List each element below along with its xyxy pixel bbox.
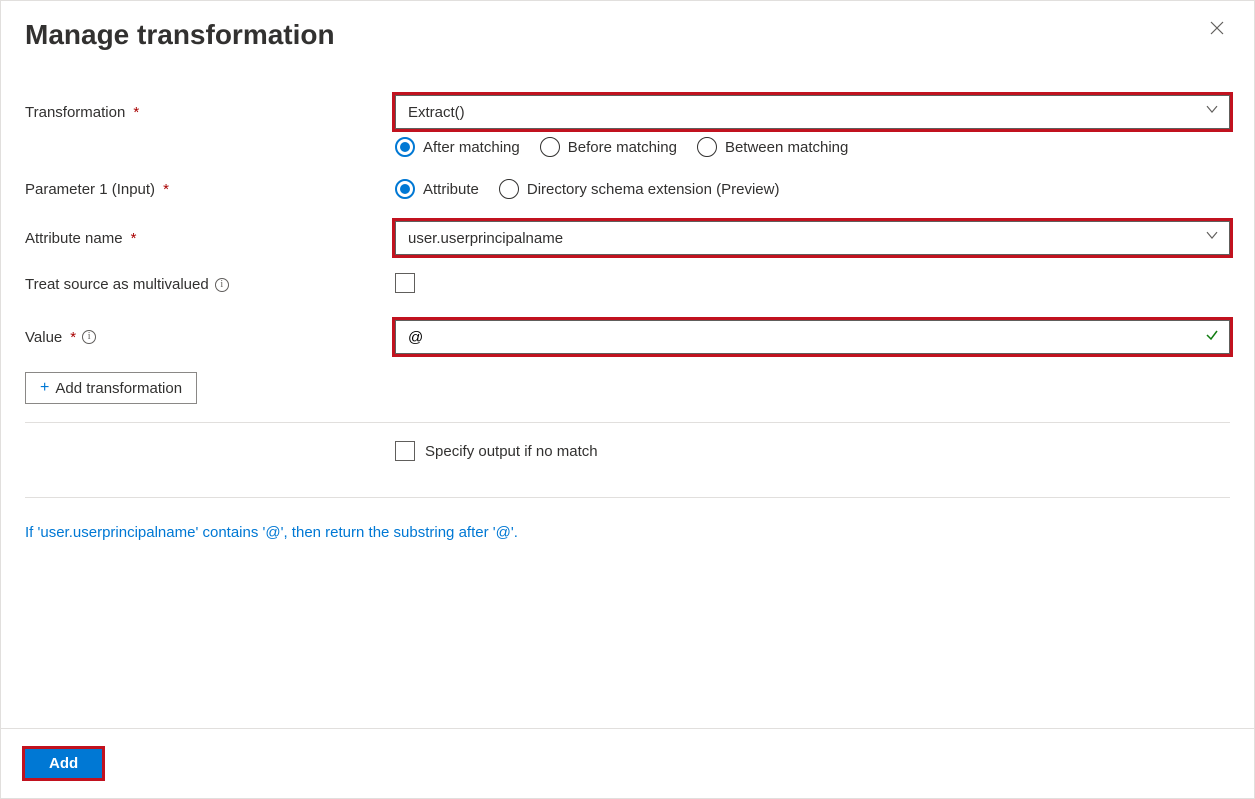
label-parameter1: Parameter 1 (Input) * — [25, 181, 395, 198]
row-multivalued: Treat source as multivalued i — [25, 273, 1230, 296]
control-attribute-name: user.userprincipalname — [395, 221, 1230, 255]
divider — [25, 422, 1230, 423]
transformation-summary: If 'user.userprincipalname' contains '@'… — [25, 516, 1230, 565]
multivalued-checkbox[interactable] — [395, 273, 415, 293]
control-transformation: Extract() — [395, 95, 1230, 129]
radio-directory-schema-extension[interactable]: Directory schema extension (Preview) — [499, 179, 780, 199]
radio-after-matching-label: After matching — [423, 139, 520, 156]
panel-footer: Add — [1, 728, 1254, 798]
add-button-highlight: Add — [25, 749, 102, 778]
radio-circle-selected — [395, 179, 415, 199]
close-icon[interactable] — [1204, 19, 1230, 41]
radio-attribute[interactable]: Attribute — [395, 179, 479, 199]
row-attribute-name: Attribute name * user.userprincipalname — [25, 221, 1230, 255]
matching-radio-group: After matching Before matching Between m… — [395, 137, 1230, 157]
radio-circle-selected — [395, 137, 415, 157]
required-star: * — [133, 104, 139, 121]
add-button[interactable]: Add — [25, 749, 102, 778]
row-value: Value * i — [25, 320, 1230, 354]
required-star: * — [163, 181, 169, 198]
row-parameter1: Parameter 1 (Input) * Attribute Director… — [25, 179, 1230, 199]
control-value — [395, 320, 1230, 354]
parameter1-radio-group: Attribute Directory schema extension (Pr… — [395, 179, 1230, 199]
attribute-name-select-value: user.userprincipalname — [408, 230, 563, 247]
radio-dot — [400, 184, 410, 194]
label-multivalued-text: Treat source as multivalued — [25, 276, 209, 293]
label-value: Value * i — [25, 329, 395, 346]
attribute-name-select[interactable]: user.userprincipalname — [395, 221, 1230, 255]
chevron-down-icon — [1205, 102, 1219, 120]
value-input[interactable] — [408, 329, 1193, 346]
add-transformation-button-label: Add transformation — [55, 380, 182, 397]
radio-dot — [400, 142, 410, 152]
panel-content: Transformation * Extract() After — [1, 59, 1254, 728]
radio-directory-schema-extension-label: Directory schema extension (Preview) — [527, 181, 780, 198]
value-input-wrapper — [395, 320, 1230, 354]
radio-between-matching[interactable]: Between matching — [697, 137, 848, 157]
label-parameter1-text: Parameter 1 (Input) — [25, 181, 155, 198]
radio-circle — [697, 137, 717, 157]
manage-transformation-panel: Manage transformation Transformation * E… — [0, 0, 1255, 799]
label-multivalued: Treat source as multivalued i — [25, 276, 395, 293]
checkmark-icon — [1205, 328, 1219, 346]
control-parameter1: Attribute Directory schema extension (Pr… — [395, 179, 1230, 199]
label-value-text: Value — [25, 329, 62, 346]
label-attribute-name-text: Attribute name — [25, 230, 123, 247]
plus-icon: + — [40, 379, 49, 397]
transformation-select-value: Extract() — [408, 104, 465, 121]
required-star: * — [70, 329, 76, 346]
row-matching-type: After matching Before matching Between m… — [25, 137, 1230, 157]
required-star: * — [131, 230, 137, 247]
radio-before-matching[interactable]: Before matching — [540, 137, 677, 157]
label-transformation-text: Transformation — [25, 104, 125, 121]
radio-between-matching-label: Between matching — [725, 139, 848, 156]
row-transformation: Transformation * Extract() — [25, 95, 1230, 129]
specify-output-checkbox[interactable] — [395, 441, 415, 461]
add-transformation-row: + Add transformation — [25, 372, 1230, 404]
transformation-select[interactable]: Extract() — [395, 95, 1230, 129]
panel-header: Manage transformation — [1, 1, 1254, 59]
info-icon[interactable]: i — [215, 278, 229, 292]
label-attribute-name: Attribute name * — [25, 230, 395, 247]
add-transformation-button[interactable]: + Add transformation — [25, 372, 197, 404]
radio-circle — [499, 179, 519, 199]
radio-attribute-label: Attribute — [423, 181, 479, 198]
radio-before-matching-label: Before matching — [568, 139, 677, 156]
info-icon[interactable]: i — [82, 330, 96, 344]
radio-after-matching[interactable]: After matching — [395, 137, 520, 157]
control-matching: After matching Before matching Between m… — [395, 137, 1230, 157]
label-transformation: Transformation * — [25, 104, 395, 121]
row-specify-output: Specify output if no match — [25, 441, 1230, 461]
divider — [25, 497, 1230, 498]
chevron-down-icon — [1205, 228, 1219, 246]
radio-circle — [540, 137, 560, 157]
specify-output-label: Specify output if no match — [425, 443, 598, 460]
control-multivalued — [395, 273, 1230, 296]
panel-title: Manage transformation — [25, 19, 335, 51]
